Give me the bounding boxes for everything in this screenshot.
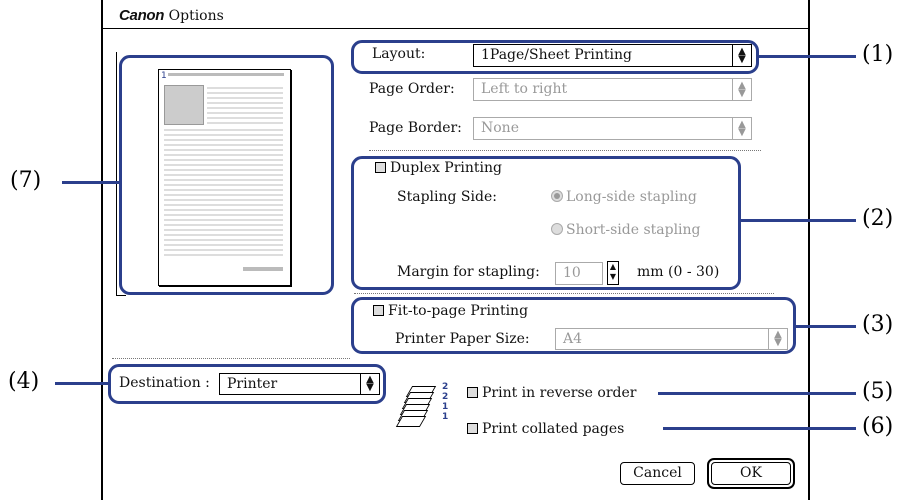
- cancel-button[interactable]: Cancel: [620, 462, 695, 485]
- collated-checkbox-box[interactable]: [467, 423, 478, 434]
- section-divider: [112, 358, 350, 359]
- select-arrows-icon: ▲ ▼: [732, 79, 751, 100]
- page-border-value: None: [481, 120, 519, 136]
- callout-label-5: (5): [862, 379, 894, 404]
- callout-box-7: [119, 55, 334, 295]
- page-order-label: Page Order:: [369, 81, 455, 97]
- window-title-text: Options: [168, 8, 224, 24]
- callout-line-4: [55, 382, 108, 385]
- page-border-select[interactable]: None ▲ ▼: [473, 117, 752, 140]
- callout-label-6: (6): [862, 414, 894, 439]
- callout-line-7: [62, 181, 119, 184]
- callout-label-4: (4): [8, 369, 40, 394]
- page-stack-icon: [395, 384, 441, 434]
- callout-label-2: (2): [862, 206, 894, 231]
- callout-box-1: [351, 40, 759, 74]
- page-order-value: Left to right: [481, 81, 568, 97]
- callout-line-6: [663, 427, 856, 430]
- ok-button[interactable]: OK: [711, 462, 791, 485]
- callout-line-1: [759, 55, 856, 58]
- callout-label-7: (7): [10, 168, 42, 193]
- canon-logo: Canon: [119, 7, 165, 24]
- callout-line-2: [741, 219, 856, 222]
- page-order-select[interactable]: Left to right ▲ ▼: [473, 78, 752, 101]
- callout-box-4: [108, 364, 386, 404]
- reverse-order-checkbox[interactable]: Print in reverse order: [467, 385, 636, 401]
- callout-line-5: [658, 392, 856, 395]
- collated-checkbox[interactable]: Print collated pages: [467, 421, 624, 437]
- page-border-label: Page Border:: [369, 120, 462, 136]
- page-order-digits: 2 2 1 1: [442, 382, 449, 422]
- reverse-label: Print in reverse order: [482, 385, 637, 401]
- preview-frame-bottom: [116, 295, 126, 296]
- section-divider: [354, 293, 774, 294]
- callout-line-3: [796, 325, 856, 328]
- callout-label-3: (3): [862, 312, 894, 337]
- reverse-checkbox-box[interactable]: [467, 387, 478, 398]
- callout-box-3: [351, 297, 796, 354]
- select-arrows-icon: ▲ ▼: [732, 118, 751, 139]
- section-divider: [369, 150, 761, 151]
- collated-label: Print collated pages: [482, 421, 625, 437]
- callout-box-2: [351, 156, 741, 290]
- window-title: Canon Options: [119, 7, 224, 24]
- title-divider: [101, 28, 810, 29]
- callout-label-1: (1): [862, 42, 894, 67]
